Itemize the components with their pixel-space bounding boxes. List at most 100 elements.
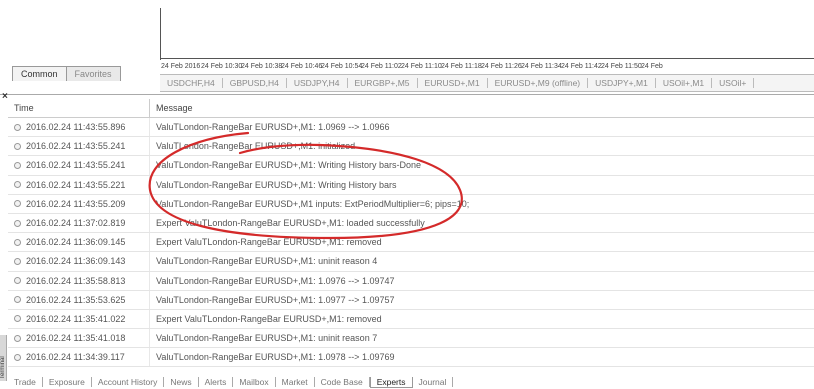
- log-header: Time Message: [8, 99, 814, 118]
- tab-experts[interactable]: Experts: [369, 377, 413, 388]
- row-message: ValuTLondon-RangeBar EURUSD+,M1: 1.0969 …: [156, 122, 390, 133]
- info-icon: [14, 142, 21, 150]
- time-label: 24 Feb 10:54: [321, 63, 363, 70]
- table-row[interactable]: 2016.02.24 11:35:58.813 ValuTLondon-Range…: [8, 271, 814, 291]
- row-time: 2016.02.24 11:43:55.221: [26, 179, 126, 190]
- table-row[interactable]: 2016.02.24 11:36:09.145 Expert ValuTLondo…: [8, 233, 814, 253]
- row-message: ValuTLondon-RangeBar EURUSD+,M1: 1.0977 …: [156, 294, 395, 305]
- navigator-tabs: Common Favorites: [12, 66, 121, 81]
- table-row[interactable]: 2016.02.24 11:36:09.143 ValuTLondon-Range…: [8, 252, 814, 272]
- row-message: ValuTLondon-RangeBar EURUSD+,M1: Writing…: [156, 160, 422, 171]
- info-icon: [14, 238, 21, 246]
- table-row[interactable]: 2016.02.24 11:43:55.209 ValuTLondon-Range…: [8, 194, 814, 214]
- chart-price-axis: [160, 8, 161, 60]
- tab-market[interactable]: Market: [276, 377, 315, 387]
- row-time: 2016.02.24 11:35:58.813: [26, 275, 126, 286]
- time-label: 24 Feb 11:10: [401, 63, 442, 70]
- row-time: 2016.02.24 11:36:09.145: [26, 237, 126, 248]
- close-icon[interactable]: ×: [2, 91, 8, 102]
- info-icon: [14, 257, 21, 265]
- table-row[interactable]: 2016.02.24 11:43:55.241 ValuTLondon-Range…: [8, 137, 814, 157]
- row-message: ValuTLondon-RangeBar EURUSD+,M1: uninit …: [156, 333, 378, 344]
- time-label: 24 Feb 11:02: [361, 63, 402, 70]
- info-icon: [14, 315, 21, 323]
- chart-tab[interactable]: EURGBP+,M5: [348, 78, 418, 88]
- row-message: ValuTLondon-RangeBar EURUSD+,M1: initial…: [156, 141, 356, 152]
- time-label: 24 Feb 11:26: [481, 63, 522, 70]
- row-time: 2016.02.24 11:34:39.117: [26, 352, 125, 363]
- terminal-panel: × Terminal Time Message 2016.02.24 11:43…: [0, 91, 814, 388]
- tab-trade[interactable]: Trade: [8, 377, 43, 387]
- info-icon: [14, 296, 21, 304]
- row-time: 2016.02.24 11:35:41.022: [26, 313, 126, 324]
- info-icon: [14, 334, 21, 342]
- time-label: 24 Feb 11:50: [601, 63, 642, 70]
- table-row[interactable]: 2016.02.24 11:43:55.241 ValuTLondon-Range…: [8, 156, 814, 176]
- time-axis-labels: 24 Feb 2016 24 Feb 10:30 24 Feb 10:38 24…: [161, 63, 681, 70]
- table-row[interactable]: 2016.02.24 11:35:53.625 ValuTLondon-Range…: [8, 290, 814, 310]
- row-time: 2016.02.24 11:35:41.018: [26, 333, 126, 344]
- tab-common[interactable]: Common: [12, 66, 67, 81]
- time-label: 24 Feb 11:34: [521, 63, 562, 70]
- terminal-side-label-text: Terminal: [0, 356, 6, 379]
- time-label: 24 Feb: [641, 63, 663, 70]
- chart-tab[interactable]: USDJPY,H4: [287, 78, 348, 88]
- row-message: ValuTLondon-RangeBar EURUSD+,M1: uninit …: [156, 256, 378, 267]
- row-message: ValuTLondon-RangeBar EURUSD+,M1: Writing…: [156, 179, 397, 190]
- time-label: 24 Feb 10:38: [241, 63, 283, 70]
- tab-account-history[interactable]: Account History: [92, 377, 165, 387]
- tab-news[interactable]: News: [164, 377, 199, 387]
- chart-tab[interactable]: EURUSD+,M9 (offline): [488, 78, 589, 88]
- column-header-time[interactable]: Time: [8, 99, 150, 117]
- chart-time-axis: [160, 58, 814, 59]
- info-icon: [14, 219, 21, 227]
- row-time: 2016.02.24 11:35:53.625: [26, 294, 126, 305]
- terminal-tabs: Trade Exposure Account History News Aler…: [8, 377, 454, 389]
- chart-tab[interactable]: GBPUSD,H4: [223, 78, 287, 88]
- row-time: 2016.02.24 11:43:55.896: [26, 122, 126, 133]
- row-message: ValuTLondon-RangeBar EURUSD+,M1: 1.0978 …: [156, 352, 395, 363]
- table-row[interactable]: 2016.02.24 11:35:41.022 Expert ValuTLondo…: [8, 309, 814, 330]
- row-message: ValuTLondon-RangeBar EURUSD+,M1: 1.0976 …: [156, 275, 395, 286]
- info-icon: [14, 161, 21, 169]
- time-label: 24 Feb 10:46: [281, 63, 323, 70]
- tab-mailbox[interactable]: Mailbox: [233, 377, 276, 387]
- row-message: Expert ValuTLondon-RangeBar EURUSD+,M1: …: [156, 313, 382, 324]
- time-label: 24 Feb 11:18: [441, 63, 482, 70]
- table-row[interactable]: 2016.02.24 11:37:02.819 Expert ValuTLondo…: [8, 213, 814, 234]
- info-icon: [14, 200, 21, 208]
- chart-window-tabs: USDCHF,H4 GBPUSD,H4 USDJPY,H4 EURGBP+,M5…: [160, 74, 814, 92]
- table-row[interactable]: 2016.02.24 11:43:55.896 ValuTLondon-Range…: [8, 118, 814, 138]
- tab-favorites[interactable]: Favorites: [66, 66, 121, 81]
- tab-alerts[interactable]: Alerts: [199, 377, 234, 387]
- tab-code-base[interactable]: Code Base: [315, 377, 370, 387]
- time-label: 24 Feb 10:30: [201, 63, 243, 70]
- column-header-message[interactable]: Message: [150, 99, 814, 117]
- info-icon: [14, 353, 21, 361]
- row-message: ValuTLondon-RangeBar EURUSD+,M1 inputs: …: [156, 198, 470, 209]
- chart-tab[interactable]: EURUSD+,M1: [418, 78, 488, 88]
- row-time: 2016.02.24 11:43:55.241: [26, 160, 126, 171]
- row-time: 2016.02.24 11:43:55.241: [26, 141, 126, 152]
- info-icon: [14, 181, 21, 189]
- row-message: Expert ValuTLondon-RangeBar EURUSD+,M1: …: [156, 218, 425, 229]
- info-icon: [14, 123, 21, 131]
- chart-tab[interactable]: USOil+: [712, 78, 755, 88]
- chart-tab[interactable]: USDCHF,H4: [160, 78, 223, 88]
- chart-tab[interactable]: USDJPY+,M1: [588, 78, 656, 88]
- time-label: 24 Feb 11:42: [561, 63, 602, 70]
- table-row[interactable]: 2016.02.24 11:34:39.117 ValuTLondon-Range…: [8, 348, 814, 368]
- time-label: 24 Feb 2016: [161, 63, 201, 70]
- tab-exposure[interactable]: Exposure: [43, 377, 92, 387]
- info-icon: [14, 277, 21, 285]
- terminal-side-label: Terminal: [0, 335, 7, 381]
- chart-tab[interactable]: USOil+,M1: [656, 78, 713, 88]
- table-row[interactable]: 2016.02.24 11:43:55.221 ValuTLondon-Range…: [8, 175, 814, 195]
- tab-journal[interactable]: Journal: [413, 377, 454, 387]
- table-row[interactable]: 2016.02.24 11:35:41.018 ValuTLondon-Range…: [8, 329, 814, 349]
- row-time: 2016.02.24 11:43:55.209: [26, 198, 126, 209]
- row-time: 2016.02.24 11:36:09.143: [26, 256, 126, 267]
- chart-area[interactable]: 24 Feb 2016 24 Feb 10:30 24 Feb 10:38 24…: [0, 0, 814, 78]
- row-time: 2016.02.24 11:37:02.819: [26, 218, 126, 229]
- log-list: 2016.02.24 11:43:55.896 ValuTLondon-Range…: [8, 118, 814, 368]
